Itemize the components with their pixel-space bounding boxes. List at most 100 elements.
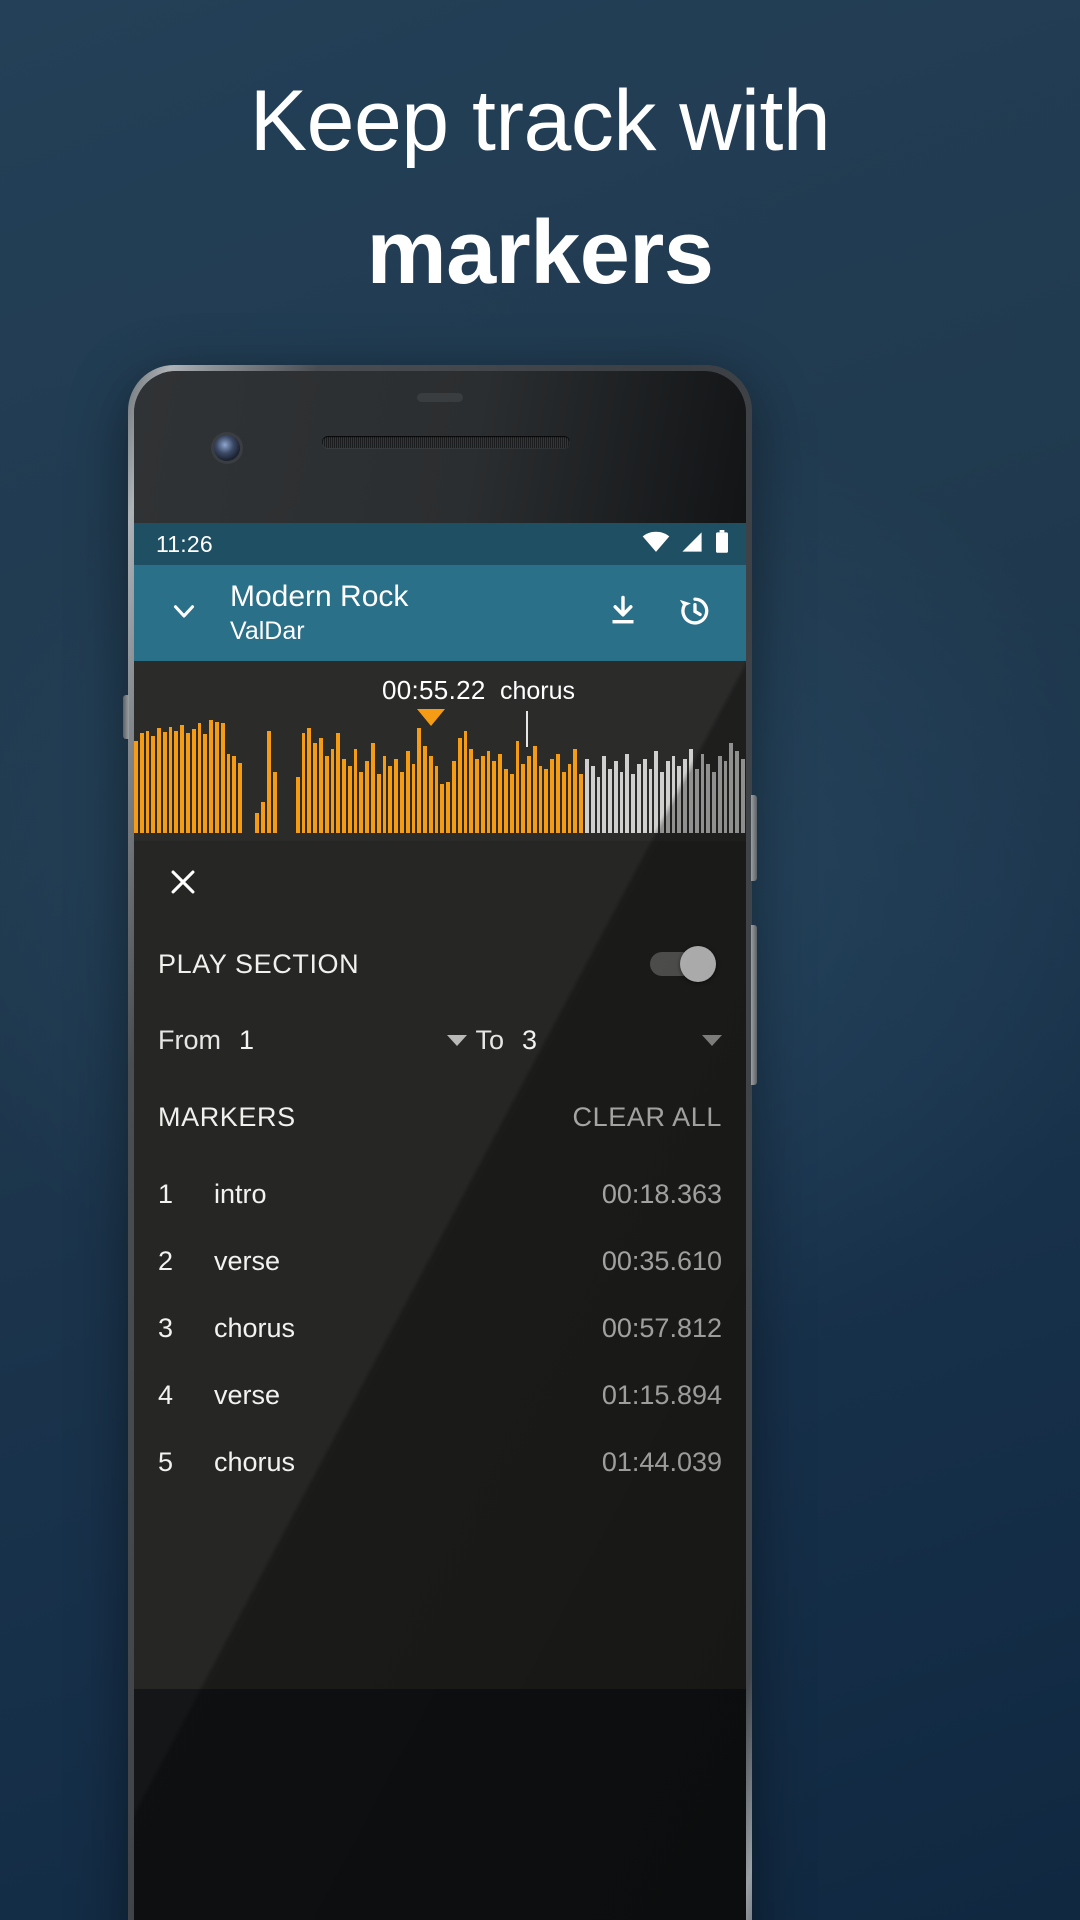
waveform-bar	[671, 756, 676, 833]
waveform-bar	[527, 756, 531, 833]
markers-header-label: MARKERS	[158, 1101, 296, 1132]
waveform-bar	[723, 761, 728, 833]
from-label: From	[158, 1024, 221, 1055]
waveform-bar	[405, 751, 410, 833]
battery-icon	[714, 529, 730, 559]
waveform-bar	[515, 740, 520, 833]
waveform-bar	[174, 730, 179, 833]
marker-row[interactable]: 1 intro 00:18.363	[158, 1161, 722, 1228]
history-button[interactable]	[668, 586, 722, 640]
status-bar-clock: 11:26	[156, 530, 213, 557]
waveform-bar	[399, 771, 404, 833]
marker-time: 00:18.363	[601, 1179, 722, 1209]
from-select[interactable]: 1	[239, 1025, 468, 1056]
waveform-bar	[613, 761, 618, 833]
download-icon	[605, 593, 641, 634]
clear-all-button[interactable]: CLEAR ALL	[573, 1102, 722, 1133]
top-speaker-slot-icon	[417, 393, 463, 402]
waveform-bar	[307, 728, 312, 833]
waveform-bar	[654, 751, 659, 833]
waveform-bar	[324, 756, 329, 833]
waveform-bar	[232, 756, 237, 833]
marker-name: verse	[214, 1380, 281, 1410]
waveform-bar	[625, 753, 630, 833]
track-info: Modern Rock ValDar	[230, 580, 596, 646]
waveform-bar	[162, 731, 167, 833]
waveform-bar	[371, 743, 375, 833]
waveform-bar	[382, 756, 387, 833]
waveform-bar	[353, 748, 358, 833]
collapse-player-button[interactable]	[152, 581, 216, 645]
waveform-bar	[255, 812, 260, 833]
marker-row[interactable]: 4 verse 01:15.894	[158, 1362, 722, 1429]
waveform-bar	[694, 769, 699, 833]
track-title: Modern Rock	[230, 579, 409, 613]
marker-name: intro	[214, 1179, 267, 1209]
waveform-bar	[319, 738, 323, 833]
marker-row[interactable]: 5 chorus 01:44.039	[158, 1429, 722, 1496]
play-section-row: PLAY SECTION	[134, 927, 746, 1001]
waveform-bar	[504, 769, 508, 833]
playhead-time-label: 00:55.22	[382, 675, 486, 705]
headline-line-2: markers	[366, 203, 714, 303]
marker-row[interactable]: 3 chorus 00:57.812	[158, 1295, 722, 1362]
waveform-bar	[376, 774, 381, 833]
waveform-bar	[446, 781, 450, 833]
headline-line-1: Keep track with	[249, 73, 831, 169]
phone-top-bezel	[134, 371, 746, 523]
waveform-bar	[619, 771, 624, 833]
waveform-bar	[347, 766, 352, 833]
waveform-bar	[209, 720, 213, 833]
marker-index: 5	[158, 1447, 174, 1477]
waveform-bar	[579, 774, 583, 833]
waveform-bar	[139, 733, 144, 833]
waveform-bar	[475, 758, 479, 833]
waveform-bar	[573, 748, 578, 833]
marker-time: 00:35.610	[601, 1246, 722, 1276]
waveform-bar	[521, 763, 526, 833]
waveform-bar	[394, 758, 398, 833]
waveform-bar	[388, 766, 393, 833]
app-bar: Modern Rock ValDar	[134, 565, 746, 661]
app-bar-actions	[596, 586, 728, 640]
waveform-bar	[706, 763, 711, 833]
waveform-bar	[677, 766, 682, 833]
waveform-bar	[134, 740, 138, 833]
waveform-bar	[538, 766, 543, 833]
download-button[interactable]	[596, 586, 650, 640]
waveform-bar	[561, 771, 566, 833]
phone-mockup: 11:26 Modern Rock ValDar 00:55.22 chorus…	[123, 365, 757, 1920]
toggle-knob	[680, 946, 716, 982]
waveform-bar	[717, 756, 722, 833]
waveform-bar	[509, 774, 514, 833]
waveform-bar	[434, 766, 439, 833]
marker-row[interactable]: 2 verse 00:35.610	[158, 1228, 722, 1295]
play-section-toggle[interactable]	[650, 946, 716, 982]
status-bar: 11:26	[134, 523, 746, 565]
marker-name: chorus	[214, 1447, 296, 1477]
marker-index: 4	[158, 1380, 174, 1410]
waveform-bar	[272, 771, 277, 833]
waveform-bar	[151, 735, 156, 833]
phone-screen: 11:26 Modern Rock ValDar 00:55.22 chorus…	[134, 523, 746, 1689]
marker-index: 3	[158, 1313, 174, 1343]
waveform-bar	[683, 758, 687, 833]
waveform-marker-flag[interactable]: chorus	[500, 677, 575, 747]
cell-signal-icon	[680, 531, 704, 558]
to-select[interactable]: 3	[522, 1025, 722, 1056]
waveform-bar	[712, 771, 716, 833]
waveform-bar	[226, 753, 231, 833]
waveform-bar	[532, 745, 537, 833]
waveform-bar	[330, 748, 335, 833]
waveform-bar	[451, 761, 456, 833]
waveform-bar	[735, 751, 740, 833]
waveform[interactable]: 00:55.22 chorus	[134, 661, 746, 841]
waveform-bar	[700, 753, 705, 833]
waveform-bar	[463, 730, 468, 833]
chevron-down-icon	[702, 1034, 722, 1046]
phone-side-button-left	[123, 695, 129, 739]
wifi-icon	[642, 531, 670, 558]
close-panel-button[interactable]	[156, 857, 210, 911]
chevron-down-icon	[447, 1034, 468, 1046]
waveform-bar	[567, 763, 572, 833]
